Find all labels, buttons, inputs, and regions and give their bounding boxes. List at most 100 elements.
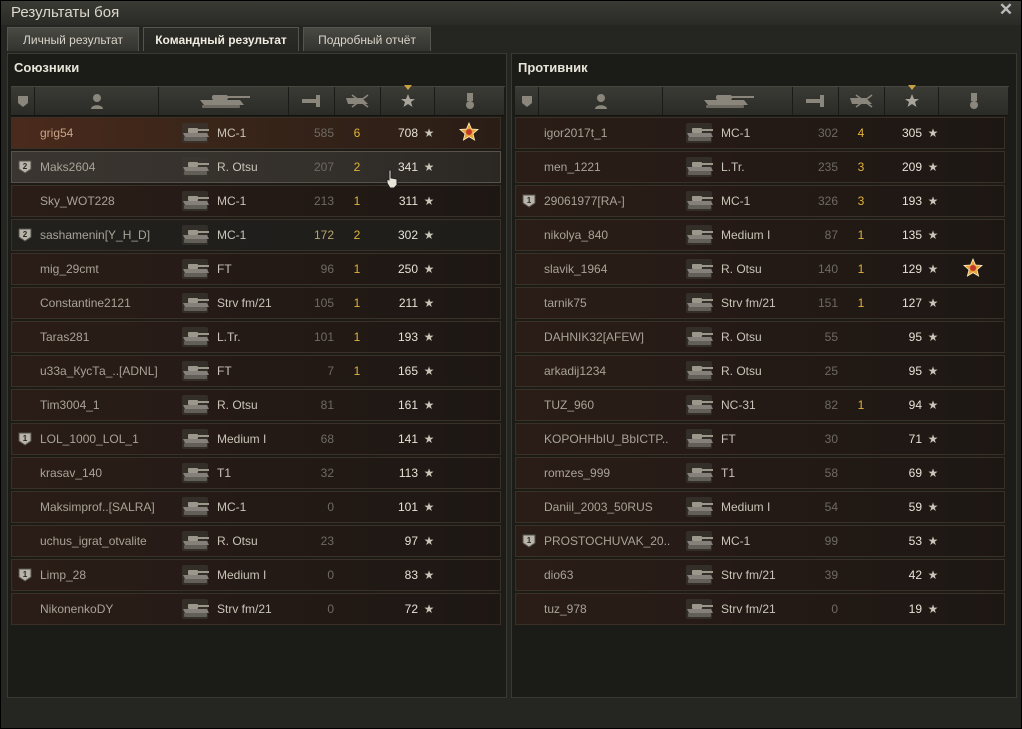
tank-name: Medium I [217,568,267,582]
column-medal-icon[interactable] [435,87,505,115]
player-row[interactable]: NikonenkoDY Strv fm/21 0 72 ★ [11,593,501,625]
column-damage-icon[interactable] [289,87,335,115]
star-icon: ★ [927,398,939,412]
damage-value: 32 [320,466,334,480]
kills-value: 1 [353,262,361,276]
player-row[interactable]: Maksimprof..[SALRA] MC-1 0 101 ★ [11,491,501,523]
player-row[interactable]: 1 LOL_1000_LOL_1 Medium I 68 141 ★ [11,423,501,455]
xp-value: 127 [901,296,922,310]
column-damage-icon[interactable] [793,87,839,115]
tank-name: L.Tr. [721,160,745,174]
column-medal-icon[interactable] [939,87,1009,115]
tab-detailed-report[interactable]: Подробный отчёт [303,27,431,51]
platoon-badge-icon: 1 [522,194,536,208]
kills-value: 1 [353,364,361,378]
player-row[interactable]: krasav_140 T1 32 113 ★ [11,457,501,489]
player-row[interactable]: Tim3004_1 R. Otsu 81 161 ★ [11,389,501,421]
tank-icon [178,119,212,147]
player-name: Sky_WOT228 [40,194,115,208]
tank-icon [682,323,716,351]
tank-icon [682,289,716,317]
order-medal-icon[interactable] [962,258,984,280]
column-squad-icon[interactable] [515,87,539,115]
star-icon: ★ [927,194,939,208]
tank-name: T1 [217,466,232,480]
player-row[interactable]: arkadij1234 R. Otsu 25 95 ★ [515,355,1005,387]
player-name: tuz_978 [544,602,587,616]
kills-value [846,560,876,590]
kills-value: 6 [353,126,361,140]
player-row[interactable]: u33a_КусТа_..[ADNL] FT 7 1 165 ★ [11,355,501,387]
column-kills-icon[interactable] [335,87,381,115]
xp-value: 250 [397,262,418,276]
player-row[interactable]: Sky_WOT228 MC-1 213 1 311 ★ [11,185,501,217]
player-row[interactable]: dio63 Strv fm/21 39 42 ★ [515,559,1005,591]
kills-value [342,424,372,454]
player-row[interactable]: slavik_1964 R. Otsu 140 1 129 ★ [515,253,1005,285]
column-xp-star-icon[interactable] [885,85,939,115]
xp-value: 95 [908,364,922,378]
player-row[interactable]: 2 sashamenin[Y_H_D] MC-1 172 2 302 ★ [11,219,501,251]
player-name: Tim3004_1 [40,398,100,412]
kills-value [846,594,876,624]
player-row[interactable]: uchus_igrat_otvalite R. Otsu 23 97 ★ [11,525,501,557]
player-row[interactable]: romzes_999 T1 58 69 ★ [515,457,1005,489]
tank-name: NC-31 [721,398,756,412]
player-row[interactable]: Constantine2121 Strv fm/21 105 1 211 ★ [11,287,501,319]
tank-icon [682,357,716,385]
player-row[interactable]: TUZ_960 NC-31 82 1 94 ★ [515,389,1005,421]
damage-value: 302 [817,126,838,140]
star-icon: ★ [423,602,435,616]
player-row[interactable]: grig54 MC-1 585 6 708 ★ [11,117,501,149]
order-medal-icon[interactable] [458,122,480,144]
player-row[interactable]: Taras281 L.Tr. 101 1 193 ★ [11,321,501,353]
star-icon: ★ [927,126,939,140]
tank-icon [178,153,212,181]
player-row[interactable]: Daniil_2003_50RUS Medium I 54 59 ★ [515,491,1005,523]
tank-name: MC-1 [217,194,247,208]
player-name: tarnik75 [544,296,587,310]
player-name: Maksimprof..[SALRA] [40,500,155,514]
player-row[interactable]: nikolya_840 Medium I 87 1 135 ★ [515,219,1005,251]
column-player-icon[interactable] [539,87,663,115]
star-icon: ★ [423,568,435,582]
svg-text:1: 1 [527,196,532,205]
tank-name: T1 [721,466,736,480]
window-title: Результаты боя [11,4,120,21]
player-row[interactable]: 1 PROSTOCHUVAK_20.. MC-1 99 53 ★ [515,525,1005,557]
platoon-badge-icon: 2 [18,228,32,242]
column-tank-icon[interactable] [159,87,289,115]
tank-name: Medium I [721,228,771,242]
column-squad-icon[interactable] [11,87,35,115]
tank-icon [178,289,212,317]
kills-value [342,492,372,522]
star-icon: ★ [423,534,435,548]
tab-personal-result[interactable]: Личный результат [7,27,139,51]
tank-icon [178,255,212,283]
player-row[interactable]: igor2017t_1 MC-1 302 4 305 ★ [515,117,1005,149]
player-name: PROSTOCHUVAK_20.. [544,534,671,548]
column-kills-icon[interactable] [839,87,885,115]
tank-name: R. Otsu [217,398,258,412]
xp-value: 71 [908,432,922,446]
player-row[interactable]: 1 29061977[RA-] MC-1 326 3 193 ★ [515,185,1005,217]
star-icon: ★ [423,500,435,514]
player-row[interactable]: tuz_978 Strv fm/21 0 19 ★ [515,593,1005,625]
tank-icon [178,357,212,385]
player-row[interactable]: tarnik75 Strv fm/21 151 1 127 ★ [515,287,1005,319]
player-row[interactable]: mig_29cmt FT 96 1 250 ★ [11,253,501,285]
platoon-badge-icon: 1 [522,534,536,548]
player-row[interactable]: 2 Maks2604 R. Otsu 207 2 341 ★ [11,151,501,183]
tab-team-result[interactable]: Командный результат [143,27,299,51]
column-player-icon[interactable] [35,87,159,115]
player-row[interactable]: 1 Limp_28 Medium I 0 83 ★ [11,559,501,591]
tank-icon [178,187,212,215]
close-icon[interactable]: ✕ [997,1,1015,19]
column-tank-icon[interactable] [663,87,793,115]
xp-value: 97 [404,534,418,548]
damage-value: 55 [824,330,838,344]
player-row[interactable]: KOPOHHbIU_BbICTP.. FT 30 71 ★ [515,423,1005,455]
player-row[interactable]: DAHNIK32[AFEW] R. Otsu 55 95 ★ [515,321,1005,353]
player-row[interactable]: men_1221 L.Tr. 235 3 209 ★ [515,151,1005,183]
column-xp-star-icon[interactable] [381,85,435,115]
